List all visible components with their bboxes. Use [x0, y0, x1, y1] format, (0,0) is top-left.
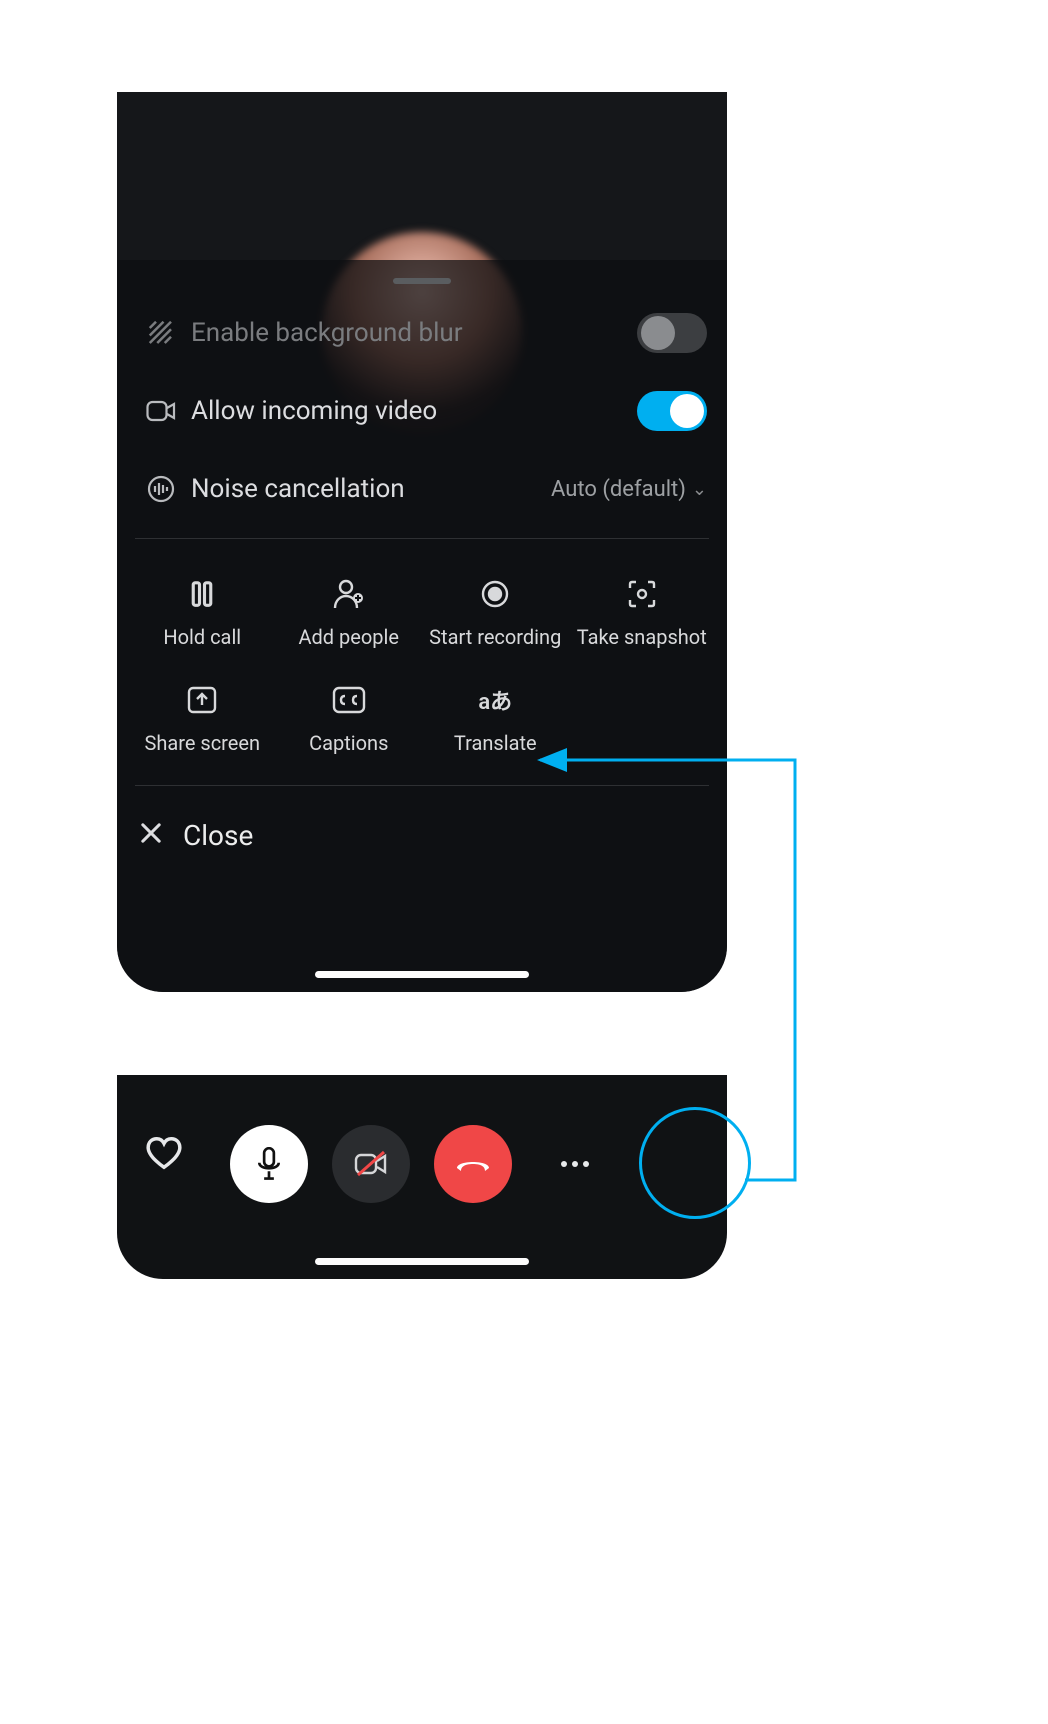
- noise-select[interactable]: Auto (default) ⌄: [551, 477, 707, 502]
- incoming-label: Allow incoming video: [185, 396, 637, 426]
- action-start-recording[interactable]: Start recording: [422, 577, 569, 649]
- camera-off-button[interactable]: [332, 1125, 410, 1203]
- share-screen-icon: [185, 683, 219, 717]
- divider: [135, 785, 709, 786]
- row-background-blur[interactable]: Enable background blur: [117, 294, 727, 372]
- more-button[interactable]: [536, 1125, 614, 1203]
- close-label: Close: [183, 819, 253, 852]
- call-bar: [117, 1075, 727, 1279]
- row-noise-cancellation[interactable]: Noise cancellation Auto (default) ⌄: [117, 450, 727, 528]
- bottom-sheet: Enable background blur Allow incoming vi…: [117, 260, 727, 992]
- noise-value: Auto (default): [551, 477, 686, 502]
- start-recording-label: Start recording: [429, 625, 561, 649]
- actions-grid: Hold call Add people Start recordin: [117, 549, 727, 775]
- close-button[interactable]: Close: [117, 796, 727, 874]
- close-icon: [137, 819, 165, 851]
- row-incoming-video[interactable]: Allow incoming video: [117, 372, 727, 450]
- home-indicator: [315, 1258, 529, 1265]
- action-take-snapshot[interactable]: Take snapshot: [569, 577, 716, 649]
- share-screen-label: Share screen: [144, 731, 260, 755]
- divider: [135, 538, 709, 539]
- call-options-sheet: Enable background blur Allow incoming vi…: [117, 92, 727, 992]
- action-share-screen[interactable]: Share screen: [129, 683, 276, 755]
- action-add-people[interactable]: Add people: [276, 577, 423, 649]
- pause-icon: [185, 577, 219, 611]
- action-hold-call[interactable]: Hold call: [129, 577, 276, 649]
- add-person-icon: [332, 577, 366, 611]
- take-snapshot-label: Take snapshot: [577, 625, 707, 649]
- hold-label: Hold call: [163, 625, 241, 649]
- home-indicator: [315, 971, 529, 978]
- incoming-toggle[interactable]: [637, 391, 707, 431]
- snapshot-icon: [625, 577, 659, 611]
- chevron-down-icon: ⌄: [692, 479, 707, 500]
- noise-label: Noise cancellation: [185, 474, 551, 504]
- blur-label: Enable background blur: [185, 318, 637, 348]
- translate-label: Translate: [454, 731, 537, 755]
- captions-label: Captions: [309, 731, 388, 755]
- captions-icon: [332, 683, 366, 717]
- video-icon: [137, 399, 185, 423]
- action-captions[interactable]: Captions: [276, 683, 423, 755]
- hangup-button[interactable]: [434, 1125, 512, 1203]
- blur-toggle[interactable]: [637, 313, 707, 353]
- record-icon: [478, 577, 512, 611]
- translate-icon: aあ: [478, 683, 512, 717]
- action-translate[interactable]: aあ Translate: [422, 683, 569, 755]
- blur-icon: [137, 318, 185, 348]
- add-people-label: Add people: [298, 625, 399, 649]
- noise-icon: [137, 474, 185, 504]
- sheet-grabber[interactable]: [393, 278, 451, 284]
- mic-button[interactable]: [230, 1125, 308, 1203]
